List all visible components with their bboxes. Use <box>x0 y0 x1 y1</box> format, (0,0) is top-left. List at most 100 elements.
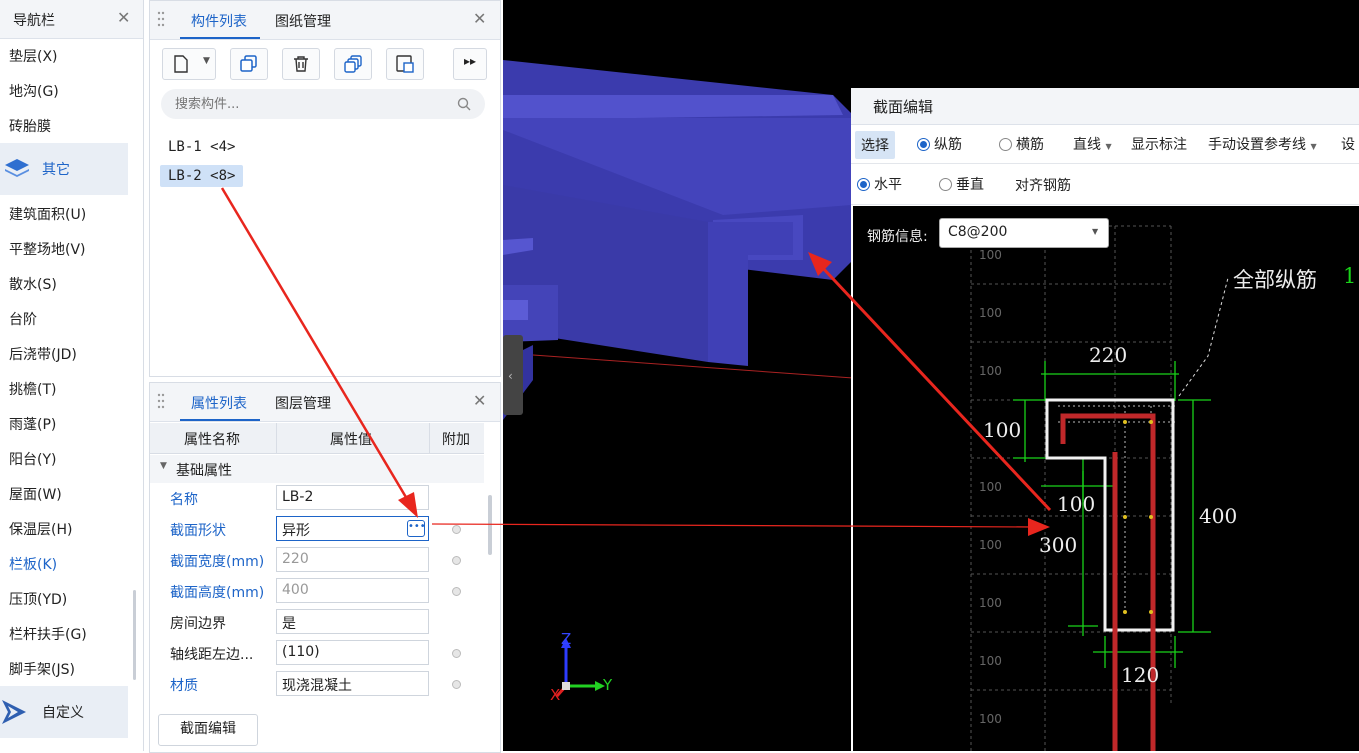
manual-reference-dropdown[interactable]: 手动设置参考线 ▼ <box>1208 134 1317 154</box>
search-icon[interactable] <box>457 97 471 111</box>
nav-item[interactable]: 建筑面积(U) <box>9 204 86 224</box>
copy-icon <box>240 55 257 72</box>
property-name: 轴线距左边... <box>170 647 254 663</box>
column-header: 属性值 <box>330 432 372 448</box>
property-value-input[interactable]: LB-2 <box>276 485 429 510</box>
line-dropdown[interactable]: 直线 ▼ <box>1073 134 1112 154</box>
nav-header: 导航栏 ✕ <box>0 0 143 39</box>
property-value-input[interactable]: 220 <box>276 547 429 572</box>
section-edit-button[interactable]: 截面编辑 <box>158 714 258 746</box>
dimension-label: 120 <box>1121 663 1160 687</box>
nav-item[interactable]: 压顶(YD) <box>9 589 67 609</box>
close-icon[interactable]: ✕ <box>473 9 486 28</box>
property-value-input[interactable]: 是 <box>276 609 429 634</box>
nav-item[interactable]: 挑檐(T) <box>9 379 56 399</box>
nav-item[interactable]: 栏杆扶手(G) <box>9 624 87 644</box>
property-name: 名称 <box>170 492 198 508</box>
tab-drawing-management[interactable]: 图纸管理 <box>275 11 331 31</box>
drag-handle-icon[interactable] <box>157 393 165 409</box>
chevron-down-icon: ▼ <box>1310 142 1317 151</box>
radio-label: 垂直 <box>956 177 984 193</box>
component-item[interactable]: LB-1 <4> <box>160 136 243 158</box>
property-row: 轴线距左边... (110) <box>150 638 484 669</box>
nav-item[interactable]: 平整场地(V) <box>9 239 86 259</box>
grid-label: 100 <box>979 248 1002 262</box>
property-name: 截面形状 <box>170 523 226 539</box>
select-tool-button[interactable]: 选择 <box>855 131 895 159</box>
axis-x-label: X <box>550 686 561 704</box>
attach-checkbox[interactable] <box>452 649 461 658</box>
property-row: 截面宽度(mm) 220 <box>150 545 484 576</box>
delete-button[interactable] <box>282 48 320 80</box>
nav-item[interactable]: 后浇带(JD) <box>9 344 77 364</box>
nav-item[interactable]: 屋面(W) <box>9 484 62 504</box>
nav-group-custom[interactable]: 自定义 <box>0 686 128 738</box>
close-icon[interactable]: ✕ <box>473 391 486 410</box>
horizontal-radio[interactable]: 水平 <box>857 174 902 194</box>
nav-item[interactable]: 砖胎膜 <box>9 116 51 136</box>
radio-label: 横筋 <box>1016 137 1044 153</box>
align-rebar-button[interactable]: 对齐钢筋 <box>1015 175 1071 195</box>
tab-component-list[interactable]: 构件列表 <box>191 11 247 31</box>
chevron-down-icon[interactable]: ▼ <box>160 461 167 471</box>
search-input[interactable] <box>161 89 485 119</box>
nav-item[interactable]: 散水(S) <box>9 274 57 294</box>
property-scrollbar[interactable] <box>488 495 492 555</box>
section-edit-dialog: 截面编辑 选择 纵筋 横筋 直线 ▼ 显示标注 手动设置参考线 ▼ 设 水平 垂… <box>851 88 1359 751</box>
copy-button[interactable] <box>230 48 268 80</box>
rebar-info-select[interactable]: C8@200 ▼ <box>939 218 1109 248</box>
drag-handle-icon[interactable] <box>157 11 165 27</box>
trash-icon <box>294 56 308 72</box>
ellipsis-button[interactable]: ••• <box>407 520 426 537</box>
column-header: 属性名称 <box>184 432 240 448</box>
dropdown-label: 手动设置参考线 <box>1208 137 1306 153</box>
new-file-icon <box>174 55 188 73</box>
property-tabbar: 属性列表 图层管理 ✕ <box>150 383 500 422</box>
vertical-radio[interactable]: 垂直 <box>939 174 984 194</box>
transverse-radio[interactable]: 横筋 <box>999 134 1044 154</box>
property-value-input[interactable]: (110) <box>276 640 429 665</box>
dialog-titlebar[interactable]: 截面编辑 <box>851 88 1359 125</box>
component-list-panel: 构件列表 图纸管理 ✕ ▼ ▸▸ LB-1 <4> LB-2 <8> <box>149 0 501 377</box>
nav-item[interactable]: 阳台(Y) <box>9 449 56 469</box>
attach-checkbox[interactable] <box>452 556 461 565</box>
property-row: 名称 LB-2 <box>150 483 484 514</box>
tab-layer-management[interactable]: 图层管理 <box>275 393 331 413</box>
import-button[interactable] <box>386 48 424 80</box>
property-row: 截面形状 异形 ••• <box>150 514 484 545</box>
chevron-down-icon[interactable]: ▼ <box>203 56 210 66</box>
longitudinal-radio[interactable]: 纵筋 <box>917 134 962 154</box>
section-basic-properties[interactable]: ▼ 基础属性 <box>150 455 484 483</box>
settings-button[interactable]: 设 <box>1341 134 1355 154</box>
grid-label: 100 <box>979 654 1002 668</box>
nav-item[interactable]: 台阶 <box>9 309 37 329</box>
nav-group-other[interactable]: 其它 <box>0 143 128 195</box>
attach-checkbox[interactable] <box>452 680 461 689</box>
component-tabbar: 构件列表 图纸管理 ✕ <box>150 1 500 40</box>
double-chevron-right-icon: ▸▸ <box>464 54 477 68</box>
duplicate-button[interactable] <box>334 48 372 80</box>
close-icon[interactable]: ✕ <box>117 8 130 27</box>
attach-checkbox[interactable] <box>452 587 461 596</box>
property-value-input[interactable]: 现浇混凝土 <box>276 671 429 696</box>
nav-item[interactable]: 地沟(G) <box>9 81 59 101</box>
new-component-button[interactable]: ▼ <box>162 48 216 80</box>
collapse-arrow-icon: ‹ <box>508 369 513 383</box>
nav-item[interactable]: 垫层(X) <box>9 46 58 66</box>
nav-item[interactable]: 雨蓬(P) <box>9 414 56 434</box>
attach-checkbox[interactable] <box>452 525 461 534</box>
navigation-panel: 导航栏 ✕ 垫层(X) 地沟(G) 砖胎膜 其它 建筑面积(U) 平整场地(V)… <box>0 0 144 751</box>
more-button[interactable]: ▸▸ <box>453 48 487 80</box>
dimension-label: 220 <box>1089 343 1128 367</box>
show-dimension-button[interactable]: 显示标注 <box>1131 134 1187 154</box>
nav-item[interactable]: 脚手架(JS) <box>9 659 75 679</box>
axis-z-label: Z <box>561 630 572 648</box>
property-value-input[interactable]: 400 <box>276 578 429 603</box>
nav-item-active[interactable]: 栏板(K) <box>9 554 57 574</box>
layers-icon <box>5 159 29 177</box>
section-canvas[interactable]: 100 100 100 100 100 100 100 100 220 100 … <box>853 206 1359 751</box>
nav-item[interactable]: 保温层(H) <box>9 519 72 539</box>
nav-scrollbar[interactable] <box>133 590 136 680</box>
component-item-selected[interactable]: LB-2 <8> <box>160 165 244 187</box>
tab-property-list[interactable]: 属性列表 <box>191 393 247 413</box>
